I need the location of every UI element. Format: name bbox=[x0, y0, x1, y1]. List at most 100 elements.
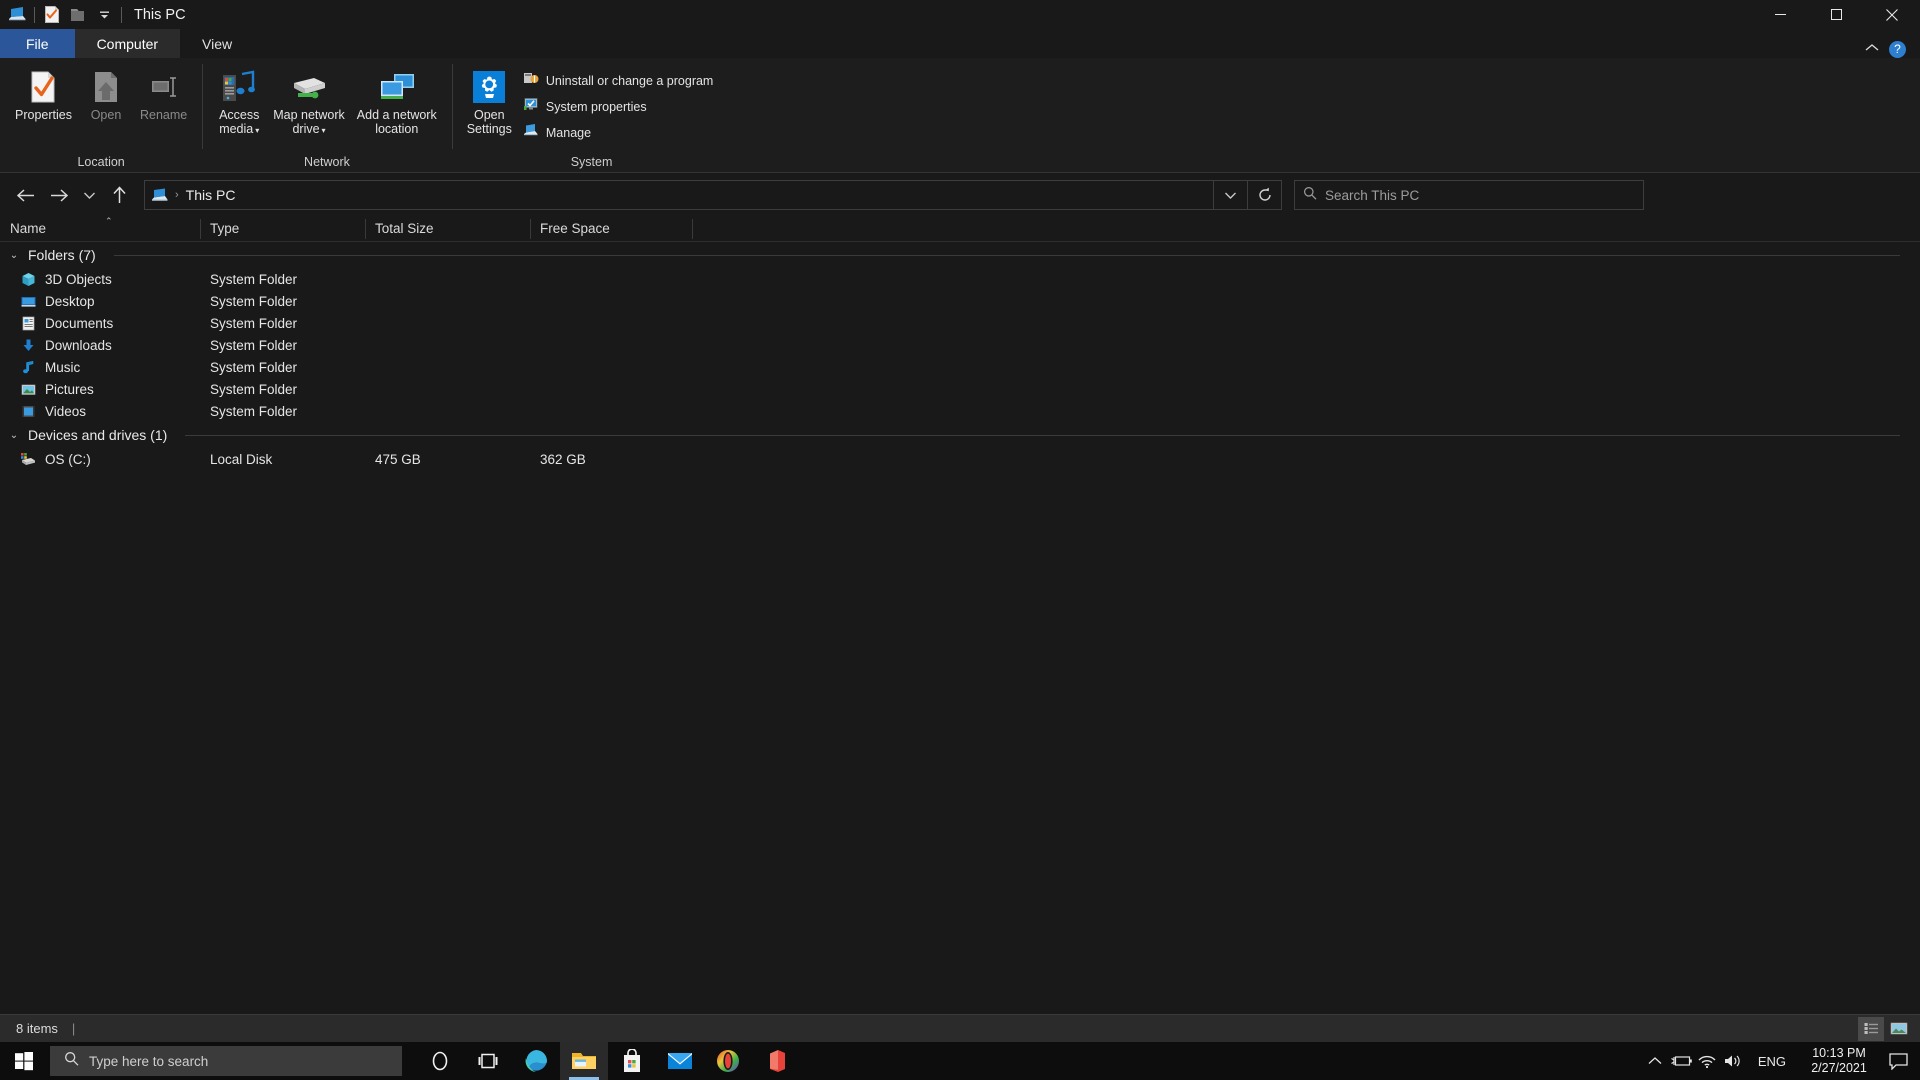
back-button[interactable] bbox=[8, 178, 42, 212]
table-row[interactable]: Music System Folder bbox=[0, 356, 1920, 378]
column-header-total-size[interactable]: Total Size bbox=[365, 216, 530, 242]
refresh-button[interactable] bbox=[1248, 180, 1282, 210]
mail-icon[interactable] bbox=[656, 1042, 704, 1080]
row-free: 362 GB bbox=[540, 451, 586, 467]
tab-view[interactable]: View bbox=[180, 29, 254, 58]
up-button[interactable] bbox=[102, 178, 136, 212]
close-button[interactable] bbox=[1864, 0, 1920, 29]
access-media-icon bbox=[220, 68, 258, 106]
taskbar-search-input[interactable]: Type here to search bbox=[89, 1054, 208, 1069]
open-settings-icon bbox=[472, 68, 506, 106]
cortana-icon[interactable] bbox=[416, 1042, 464, 1080]
add-network-location-button[interactable]: Add a network location bbox=[352, 64, 442, 140]
open-button[interactable]: Open bbox=[79, 64, 133, 127]
ribbon-tab-bar[interactable]: File Computer View ? bbox=[0, 29, 1920, 58]
add-network-location-icon bbox=[376, 68, 418, 106]
column-header-type[interactable]: Type bbox=[200, 216, 365, 242]
office-icon[interactable] bbox=[752, 1042, 800, 1080]
uninstall-or-change-a-program-button[interactable]: Uninstall or change a program bbox=[519, 68, 721, 93]
microsoft-store-icon[interactable] bbox=[608, 1042, 656, 1080]
show-hidden-icons-icon[interactable] bbox=[1642, 1042, 1668, 1080]
tab-computer[interactable]: Computer bbox=[74, 29, 181, 58]
downloads-icon bbox=[20, 337, 36, 353]
forward-button[interactable] bbox=[42, 178, 76, 212]
large-icons-view-button[interactable] bbox=[1886, 1017, 1912, 1041]
window-controls[interactable] bbox=[1752, 0, 1920, 29]
map-network-drive-button[interactable]: Map network drive ▾ bbox=[268, 64, 350, 141]
battery-charging-icon[interactable] bbox=[1668, 1042, 1694, 1080]
table-row[interactable]: Documents System Folder bbox=[0, 312, 1920, 334]
chevron-down-icon[interactable]: ▾ bbox=[322, 126, 326, 135]
access-media-button[interactable]: Access media ▾ bbox=[212, 64, 266, 141]
maximize-button[interactable] bbox=[1808, 0, 1864, 29]
help-icon[interactable]: ? bbox=[1889, 40, 1906, 58]
address-dropdown-button[interactable] bbox=[1214, 180, 1248, 210]
table-row[interactable]: OS (C:) Local Disk 475 GB 362 GB bbox=[0, 448, 1920, 470]
wifi-icon[interactable] bbox=[1694, 1042, 1720, 1080]
table-row[interactable]: Downloads System Folder bbox=[0, 334, 1920, 356]
start-button[interactable] bbox=[0, 1042, 48, 1080]
quick-access-toolbar[interactable] bbox=[0, 0, 126, 29]
details-view-button[interactable] bbox=[1858, 1016, 1884, 1041]
language-indicator[interactable]: ENG bbox=[1746, 1054, 1798, 1069]
speaker-icon[interactable] bbox=[1720, 1042, 1746, 1080]
clock[interactable]: 10:13 PM 2/27/2021 bbox=[1798, 1046, 1880, 1076]
manage-label: Manage bbox=[545, 125, 592, 140]
row-name: Downloads bbox=[0, 337, 200, 353]
search-input[interactable]: Search This PC bbox=[1325, 188, 1419, 203]
row-type: System Folder bbox=[210, 359, 298, 375]
chevron-down-icon[interactable]: ⌄ bbox=[8, 430, 20, 441]
row-name: Videos bbox=[0, 403, 200, 419]
chevron-down-icon[interactable]: ▾ bbox=[255, 126, 259, 135]
properties-button[interactable]: Properties bbox=[10, 64, 77, 127]
this-pc-icon[interactable] bbox=[4, 0, 30, 29]
recent-locations-button[interactable] bbox=[76, 178, 102, 212]
file-explorer-icon[interactable] bbox=[560, 1042, 608, 1080]
file-list: ⌄ Folders (7) 3D Objects System Folder D… bbox=[0, 242, 1920, 1014]
search-box[interactable]: Search This PC bbox=[1294, 180, 1644, 210]
ribbon-group-label-location: Location bbox=[77, 155, 125, 169]
desktop-icon bbox=[20, 293, 36, 309]
customize-quick-access-toolbar-icon[interactable] bbox=[91, 0, 117, 29]
table-row[interactable]: Pictures System Folder bbox=[0, 378, 1920, 400]
access-media-label: Access media ▾ bbox=[219, 108, 260, 136]
ribbon-group-system: Open Settings Uninstall or change a prog… bbox=[451, 58, 732, 173]
column-headers: Name ⌃ Type Total Size Free Space bbox=[0, 216, 1920, 242]
taskbar-search-box[interactable]: Type here to search bbox=[50, 1046, 402, 1076]
column-header-name[interactable]: Name ⌃ bbox=[0, 216, 200, 242]
music-icon bbox=[20, 359, 36, 375]
row-name: Music bbox=[0, 359, 200, 375]
manage-button[interactable]: Manage bbox=[519, 120, 721, 145]
view-mode-buttons[interactable] bbox=[1858, 1016, 1912, 1041]
map-network-drive-icon bbox=[288, 68, 330, 106]
row-name: Desktop bbox=[0, 293, 200, 309]
qat-divider-1 bbox=[34, 6, 35, 23]
group-divider bbox=[113, 254, 1900, 256]
system-properties-button[interactable]: System properties bbox=[519, 94, 721, 119]
table-row[interactable]: 3D Objects System Folder bbox=[0, 268, 1920, 290]
tab-file[interactable]: File bbox=[0, 29, 75, 58]
status-separator: | bbox=[71, 1021, 76, 1036]
rename-button[interactable]: Rename bbox=[135, 64, 192, 127]
add-network-location-label: Add a network location bbox=[356, 108, 437, 136]
breadcrumb-this-pc[interactable]: This PC bbox=[186, 187, 236, 203]
new-folder-quick-icon[interactable] bbox=[65, 0, 91, 29]
address-bar[interactable]: › This PC bbox=[144, 180, 1214, 210]
properties-quick-icon[interactable] bbox=[39, 0, 65, 29]
open-settings-button[interactable]: Open Settings bbox=[462, 64, 517, 140]
task-view-icon[interactable] bbox=[464, 1042, 512, 1080]
opera-icon[interactable] bbox=[704, 1042, 752, 1080]
row-type: System Folder bbox=[210, 293, 298, 309]
collapse-ribbon-icon[interactable] bbox=[1865, 40, 1879, 58]
action-center-icon[interactable] bbox=[1880, 1042, 1916, 1080]
table-row[interactable]: Desktop System Folder bbox=[0, 290, 1920, 312]
column-header-free-space[interactable]: Free Space bbox=[530, 216, 692, 242]
chevron-down-icon[interactable]: ⌄ bbox=[8, 250, 20, 261]
uninstall-program-label: Uninstall or change a program bbox=[545, 73, 714, 88]
microsoft-edge-icon[interactable] bbox=[512, 1042, 560, 1080]
group-header-folders[interactable]: ⌄ Folders (7) bbox=[0, 242, 1920, 268]
table-row[interactable]: Videos System Folder bbox=[0, 400, 1920, 422]
minimize-button[interactable] bbox=[1752, 0, 1808, 29]
group-header-devices-and-drives[interactable]: ⌄ Devices and drives (1) bbox=[0, 422, 1920, 448]
row-type: System Folder bbox=[210, 403, 298, 419]
